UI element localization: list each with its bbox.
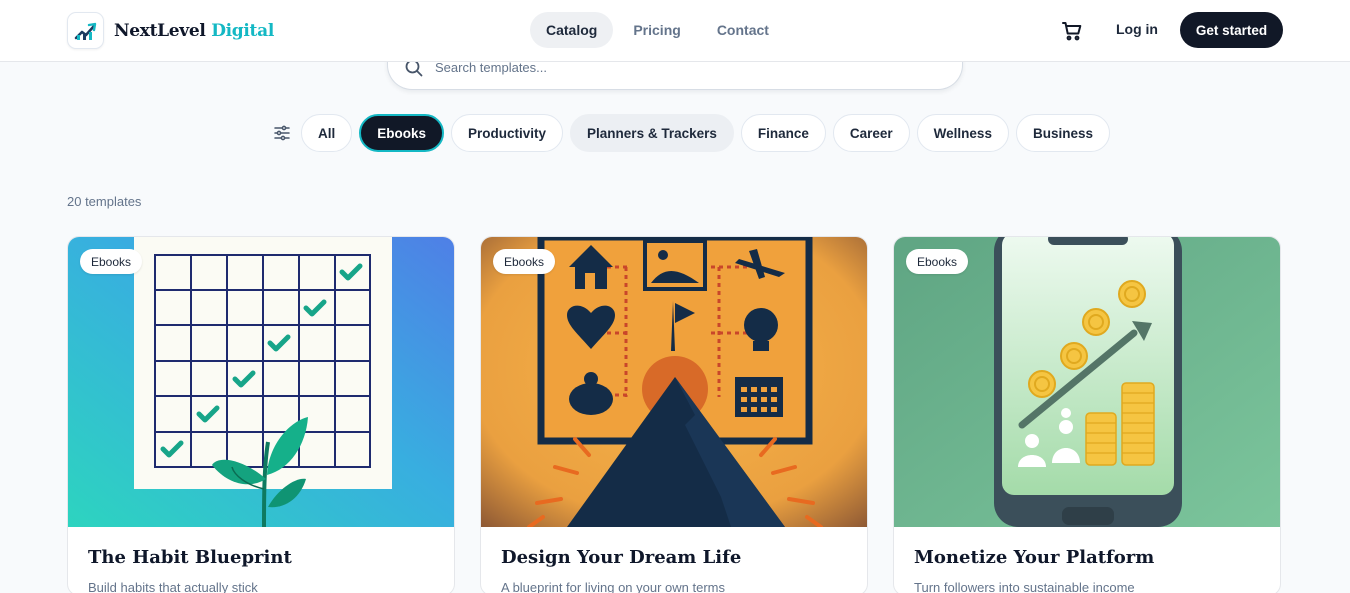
card-description: Turn followers into sustainable income bbox=[914, 580, 1135, 593]
card-image-monetize bbox=[894, 237, 1280, 527]
nav-contact[interactable]: Contact bbox=[701, 12, 785, 48]
sliders-icon[interactable] bbox=[270, 114, 294, 152]
category-badge: Ebooks bbox=[80, 249, 143, 274]
filter-chip-ebooks[interactable]: Ebooks bbox=[359, 114, 445, 152]
card-image-dream-life bbox=[481, 237, 867, 529]
category-badge: Ebooks bbox=[493, 249, 556, 274]
filter-chip-career[interactable]: Career bbox=[832, 114, 910, 152]
filter-chip-all[interactable]: All bbox=[301, 114, 353, 152]
filter-chip-wellness[interactable]: Wellness bbox=[916, 114, 1009, 152]
card-title[interactable]: Design Your Dream Life bbox=[501, 547, 741, 568]
card-description: Build habits that actually stick bbox=[88, 580, 258, 593]
card-description: A blueprint for living on your own terms bbox=[501, 580, 725, 593]
site-header: NextLevel Digital Catalog Pricing Contac… bbox=[0, 0, 1350, 62]
get-started-button[interactable]: Get started bbox=[1180, 12, 1283, 48]
card-image-habit bbox=[68, 237, 454, 528]
nav-catalog[interactable]: Catalog bbox=[530, 12, 614, 48]
template-card[interactable]: Ebooks Design Your Dream Life A blueprin… bbox=[480, 236, 868, 593]
main-nav: Catalog Pricing Contact bbox=[530, 12, 785, 48]
logo-icon bbox=[67, 12, 104, 49]
card-title[interactable]: The Habit Blueprint bbox=[88, 547, 292, 568]
nav-pricing[interactable]: Pricing bbox=[617, 12, 696, 48]
template-card[interactable]: Ebooks Monetize Your Platform Turn follo… bbox=[893, 236, 1281, 593]
results-count: 20 templates bbox=[67, 194, 142, 209]
card-title[interactable]: Monetize Your Platform bbox=[914, 547, 1154, 568]
cart-icon[interactable] bbox=[1060, 19, 1084, 43]
brand-name: NextLevel Digital bbox=[114, 20, 274, 41]
filter-chip-business[interactable]: Business bbox=[1015, 114, 1110, 152]
filter-chip-productivity[interactable]: Productivity bbox=[451, 114, 564, 152]
filter-bar: All Ebooks Productivity Planners & Track… bbox=[270, 114, 1110, 152]
filter-chip-planners-trackers[interactable]: Planners & Trackers bbox=[570, 114, 734, 152]
brand-logo[interactable]: NextLevel Digital bbox=[67, 12, 274, 49]
login-link[interactable]: Log in bbox=[1116, 21, 1158, 37]
template-card[interactable]: Ebooks The Habit Blueprint Build habits … bbox=[67, 236, 455, 593]
category-badge: Ebooks bbox=[906, 249, 969, 274]
filter-chip-finance[interactable]: Finance bbox=[740, 114, 826, 152]
